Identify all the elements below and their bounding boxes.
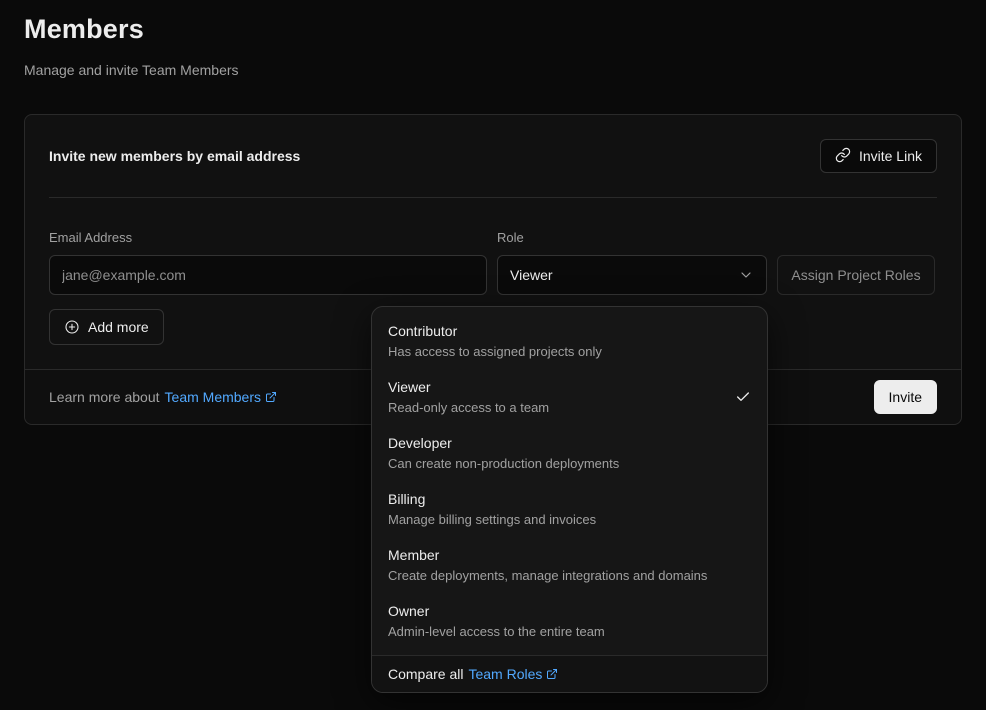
role-option-description: Manage billing settings and invoices — [388, 511, 596, 529]
role-select[interactable]: Viewer — [497, 255, 767, 295]
invite-link-button[interactable]: Invite Link — [820, 139, 937, 173]
role-option-billing[interactable]: Billing Manage billing settings and invo… — [372, 481, 767, 537]
role-option-title: Developer — [388, 433, 619, 453]
role-option-description: Read-only access to a team — [388, 399, 549, 417]
invite-button[interactable]: Invite — [874, 380, 937, 414]
team-roles-link-label: Team Roles — [468, 666, 542, 682]
role-option-text: Viewer Read-only access to a team — [388, 377, 549, 417]
role-dropdown-menu: Contributor Has access to assigned proje… — [371, 306, 768, 693]
team-roles-link[interactable]: Team Roles — [468, 666, 558, 682]
role-option-developer[interactable]: Developer Can create non-production depl… — [372, 425, 767, 481]
role-option-description: Create deployments, manage integrations … — [388, 567, 707, 585]
role-option-description: Admin-level access to the entire team — [388, 623, 605, 641]
dropdown-footer: Compare all Team Roles — [372, 655, 767, 692]
role-option-title: Viewer — [388, 377, 549, 397]
learn-more-text: Learn more about Team Members — [49, 389, 277, 405]
team-members-link-label: Team Members — [165, 389, 261, 405]
role-option-title: Contributor — [388, 321, 602, 341]
chevron-down-icon — [738, 267, 754, 283]
role-option-contributor[interactable]: Contributor Has access to assigned proje… — [372, 313, 767, 369]
role-option-text: Owner Admin-level access to the entire t… — [388, 601, 605, 641]
check-icon — [735, 389, 751, 405]
role-option-title: Member — [388, 545, 707, 565]
external-link-icon — [546, 668, 558, 680]
card-title: Invite new members by email address — [49, 148, 300, 164]
role-option-description: Can create non-production deployments — [388, 455, 619, 473]
role-option-text: Billing Manage billing settings and invo… — [388, 489, 596, 529]
email-input[interactable] — [49, 255, 487, 295]
page-subtitle: Manage and invite Team Members — [24, 62, 986, 78]
add-more-button[interactable]: Add more — [49, 309, 164, 345]
role-option-title: Billing — [388, 489, 596, 509]
role-select-value: Viewer — [510, 267, 553, 283]
add-more-button-label: Add more — [88, 319, 149, 335]
role-option-viewer[interactable]: Viewer Read-only access to a team — [372, 369, 767, 425]
circle-plus-icon — [64, 319, 80, 335]
invite-link-button-label: Invite Link — [859, 148, 922, 164]
role-option-description: Has access to assigned projects only — [388, 343, 602, 361]
assign-project-roles-button[interactable]: Assign Project Roles — [777, 255, 935, 295]
link-icon — [835, 147, 851, 166]
role-dropdown-options: Contributor Has access to assigned proje… — [372, 307, 767, 655]
role-option-member[interactable]: Member Create deployments, manage integr… — [372, 537, 767, 593]
role-option-text: Contributor Has access to assigned proje… — [388, 321, 602, 361]
page-title: Members — [24, 14, 986, 45]
card-header: Invite new members by email address Invi… — [25, 115, 961, 197]
compare-all-prefix: Compare all — [388, 666, 463, 682]
members-settings-page: Members Manage and invite Team Members I… — [0, 14, 986, 710]
external-link-icon — [265, 391, 277, 403]
role-option-text: Developer Can create non-production depl… — [388, 433, 619, 473]
role-option-title: Owner — [388, 601, 605, 621]
learn-more-prefix: Learn more about — [49, 389, 160, 405]
role-option-owner[interactable]: Owner Admin-level access to the entire t… — [372, 593, 767, 649]
role-option-text: Member Create deployments, manage integr… — [388, 545, 707, 585]
role-label: Role — [497, 230, 767, 245]
email-label: Email Address — [49, 230, 487, 245]
team-members-link[interactable]: Team Members — [165, 389, 277, 405]
